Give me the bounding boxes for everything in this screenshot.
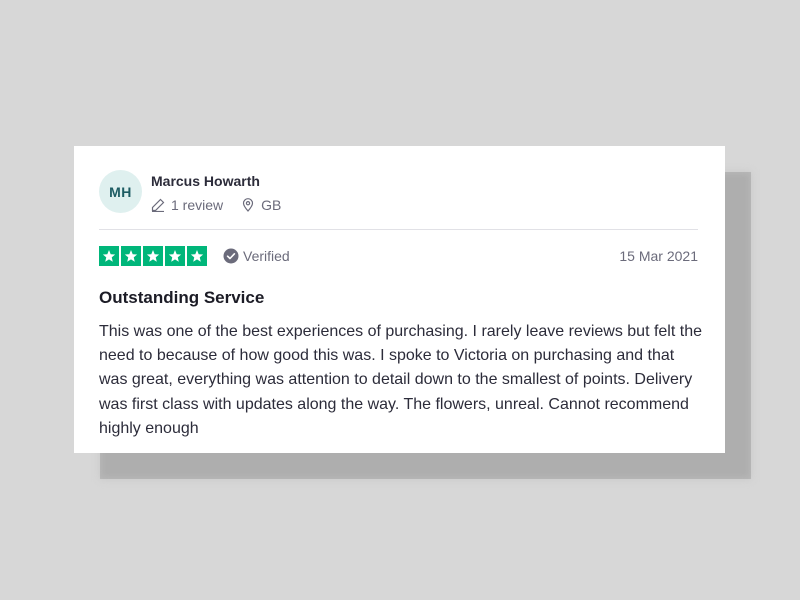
pencil-icon [151, 198, 165, 212]
review-date: 15 Mar 2021 [619, 248, 698, 264]
star-icon [165, 246, 185, 266]
review-body: This was one of the best experiences of … [99, 323, 702, 437]
reviewer-header: MH Marcus Howarth 1 review GB [99, 170, 299, 213]
review-title[interactable]: Outstanding Service [99, 288, 264, 308]
star-icon [121, 246, 141, 266]
verified-label: Verified [243, 248, 290, 264]
review-card: MH Marcus Howarth 1 review GB Verified 1… [74, 146, 725, 453]
reviewer-meta: 1 review GB [151, 197, 299, 213]
location-pin-icon [241, 198, 255, 212]
star-icon [187, 246, 207, 266]
star-icon [99, 246, 119, 266]
reviewer-info: Marcus Howarth 1 review GB [151, 172, 299, 213]
review-count-label: 1 review [171, 197, 224, 213]
avatar[interactable]: MH [99, 170, 142, 213]
review-count: 1 review [151, 197, 223, 213]
check-circle-icon [223, 248, 239, 264]
country-label: GB [261, 197, 282, 213]
reviewer-country: GB [241, 197, 281, 213]
star-rating [99, 246, 207, 266]
rating-row: Verified 15 Mar 2021 [99, 245, 698, 267]
star-icon [143, 246, 163, 266]
verified-badge[interactable]: Verified [223, 248, 290, 264]
reviewer-name[interactable]: Marcus Howarth [151, 172, 299, 190]
divider [99, 229, 698, 230]
